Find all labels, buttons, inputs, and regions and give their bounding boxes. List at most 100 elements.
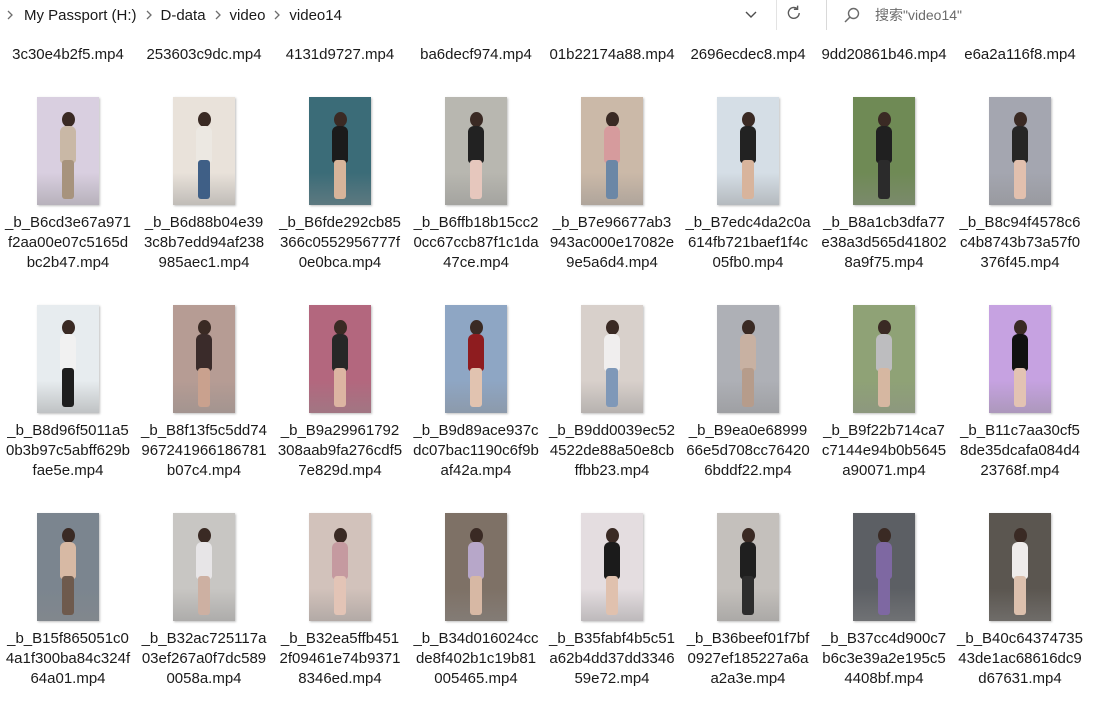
file-item[interactable]: e6a2a116f8.mp4 xyxy=(952,45,1088,65)
video-thumbnail[interactable] xyxy=(853,513,915,621)
video-thumbnail[interactable] xyxy=(853,305,915,413)
file-name: _b_B15f865051c04a1f300ba84c324f64a01.mp4 xyxy=(5,630,131,687)
breadcrumb-d-data[interactable]: D-data xyxy=(157,7,210,24)
video-thumbnail[interactable] xyxy=(37,513,99,621)
refresh-button[interactable] xyxy=(776,0,811,30)
video-file-item[interactable]: _b_B7e96677ab3943ac000e17082e9e5a6d4.mp4 xyxy=(544,97,680,273)
file-item[interactable]: 2696ecdec8.mp4 xyxy=(680,45,816,65)
video-thumbnail[interactable] xyxy=(309,513,371,621)
video-file-item[interactable]: _b_B40c6437473543de1ac68616dc9d67631.mp4 xyxy=(952,513,1088,689)
video-thumbnail[interactable] xyxy=(717,513,779,621)
video-thumbnail[interactable] xyxy=(581,305,643,413)
video-file-item[interactable]: _b_B36beef01f7bf0927ef185227a6aa2a3e.mp4 xyxy=(680,513,816,689)
thumbnail-figure-legs xyxy=(62,159,74,199)
video-thumbnail[interactable] xyxy=(989,513,1051,621)
thumbnail-figure-head xyxy=(606,320,619,336)
thumbnail-figure-body xyxy=(60,542,76,579)
address-bar[interactable]: My Passport (H:) D-data video video14 xyxy=(0,0,810,30)
thumbnail-figure-body xyxy=(1012,334,1028,371)
video-file-item[interactable]: _b_B6ffb18b15cc20cc67ccb87f1c1da47ce.mp4 xyxy=(408,97,544,273)
file-name: _b_B9dd0039ec524522de88a50e8cbffbb23.mp4 xyxy=(549,422,675,479)
thumbnail-figure-legs xyxy=(878,575,890,615)
video-file-item[interactable]: _b_B9a29961792308aab9fa276cdf57e829d.mp4 xyxy=(272,305,408,481)
video-file-item[interactable]: _b_B8a1cb3dfa77e38a3d565d418028a9f75.mp4 xyxy=(816,97,952,273)
video-file-item[interactable]: _b_B11c7aa30cf58de35dcafa084d423768f.mp4 xyxy=(952,305,1088,481)
file-name: _b_B36beef01f7bf0927ef185227a6aa2a3e.mp4 xyxy=(686,630,810,687)
video-thumbnail[interactable] xyxy=(717,97,779,205)
thumbnail-figure-head xyxy=(878,320,891,336)
video-thumbnail[interactable] xyxy=(445,97,507,205)
thumbnail-figure-body xyxy=(60,334,76,371)
thumbnail-figure-legs xyxy=(742,575,754,615)
thumbnail-figure-head xyxy=(878,528,891,544)
thumbnail-figure-legs xyxy=(470,367,482,407)
file-item[interactable]: 3c30e4b2f5.mp4 xyxy=(0,45,136,65)
video-file-item[interactable]: _b_B9f22b714ca7c7144e94b0b5645a90071.mp4 xyxy=(816,305,952,481)
video-thumbnail[interactable] xyxy=(445,305,507,413)
video-thumbnail[interactable] xyxy=(717,305,779,413)
video-file-item[interactable]: _b_B32ea5ffb4512f09461e74b93718346ed.mp4 xyxy=(272,513,408,689)
file-name: _b_B37cc4d900c7b6c3e39a2e195c54408bf.mp4 xyxy=(821,630,947,687)
video-file-item[interactable]: _b_B8d96f5011a50b3b97c5abff629bfae5e.mp4 xyxy=(0,305,136,481)
file-item[interactable]: 4131d9727.mp4 xyxy=(272,45,408,65)
video-file-item[interactable]: _b_B6cd3e67a971f2aa00e07c5165dbc2b47.mp4 xyxy=(0,97,136,273)
breadcrumb-my-passport[interactable]: My Passport (H:) xyxy=(20,7,141,24)
video-file-item[interactable]: _b_B7edc4da2c0a614fb721baef1f4c05fb0.mp4 xyxy=(680,97,816,273)
video-file-item[interactable]: _b_B9ea0e6899966e5d708cc764206bddf22.mp4 xyxy=(680,305,816,481)
breadcrumb-chevron-icon[interactable] xyxy=(2,8,18,23)
thumbnail-figure-head xyxy=(470,112,483,128)
video-thumbnail[interactable] xyxy=(989,97,1051,205)
thumbnail-figure-legs xyxy=(334,575,346,615)
video-file-item[interactable]: _b_B15f865051c04a1f300ba84c324f64a01.mp4 xyxy=(0,513,136,689)
video-file-item[interactable]: _b_B34d016024ccde8f402b1c19b81005465.mp4 xyxy=(408,513,544,689)
search-input[interactable] xyxy=(875,7,1075,23)
video-file-item[interactable]: _b_B9dd0039ec524522de88a50e8cbffbb23.mp4 xyxy=(544,305,680,481)
file-item[interactable]: ba6decf974.mp4 xyxy=(408,45,544,65)
video-file-item[interactable]: _b_B6d88b04e393c8b7edd94af238985aec1.mp4 xyxy=(136,97,272,273)
file-name: _b_B8f13f5c5dd74967241966186781b07c4.mp4 xyxy=(141,422,267,479)
file-item[interactable]: 253603c9dc.mp4 xyxy=(136,45,272,65)
video-thumbnail[interactable] xyxy=(173,97,235,205)
file-item[interactable]: 01b22174a88.mp4 xyxy=(544,45,680,65)
thumbnail-figure-body xyxy=(740,126,756,163)
thumbnail-figure-head xyxy=(742,112,755,128)
video-file-item[interactable]: _b_B8c94f4578c6c4b8743b73a57f0376f45.mp4 xyxy=(952,97,1088,273)
video-file-item[interactable]: _b_B37cc4d900c7b6c3e39a2e195c54408bf.mp4 xyxy=(816,513,952,689)
video-thumbnail[interactable] xyxy=(309,97,371,205)
thumbnail-figure-head xyxy=(1014,320,1027,336)
video-thumbnail[interactable] xyxy=(173,513,235,621)
file-item[interactable]: 9dd20861b46.mp4 xyxy=(816,45,952,65)
video-file-item[interactable]: _b_B32ac725117a03ef267a0f7dc5890058a.mp4 xyxy=(136,513,272,689)
thumbnail-figure-legs xyxy=(742,367,754,407)
thumbnail-figure-body xyxy=(332,542,348,579)
video-thumbnail[interactable] xyxy=(309,305,371,413)
thumbnail-figure-head xyxy=(334,528,347,544)
video-thumbnail[interactable] xyxy=(37,305,99,413)
search-box[interactable] xyxy=(826,0,1103,30)
video-file-item[interactable]: _b_B35fabf4b5c51a62b4dd37dd334659e72.mp4 xyxy=(544,513,680,689)
file-name: _b_B8d96f5011a50b3b97c5abff629bfae5e.mp4 xyxy=(5,422,130,479)
thumbnail-figure-body xyxy=(468,542,484,579)
thumbnail-figure-body xyxy=(604,542,620,579)
file-name: _b_B7edc4da2c0a614fb721baef1f4c05fb0.mp4 xyxy=(685,214,811,271)
video-thumbnail[interactable] xyxy=(989,305,1051,413)
video-file-item[interactable]: _b_B6fde292cb85366c0552956777f0e0bca.mp4 xyxy=(272,97,408,273)
breadcrumb-chevron-icon[interactable] xyxy=(141,8,157,23)
address-history-dropdown-button[interactable] xyxy=(737,0,765,30)
video-thumbnail[interactable] xyxy=(445,513,507,621)
breadcrumb-video[interactable]: video xyxy=(226,7,270,24)
video-thumbnail[interactable] xyxy=(37,97,99,205)
breadcrumb-chevron-icon[interactable] xyxy=(269,8,285,23)
video-file-item[interactable]: _b_B9d89ace937cdc07bac1190c6f9baf42a.mp4 xyxy=(408,305,544,481)
file-grid: 3c30e4b2f5.mp4 253603c9dc.mp4 4131d9727.mp… xyxy=(0,0,1103,720)
file-name: e6a2a116f8.mp4 xyxy=(964,46,1076,63)
breadcrumb-chevron-icon[interactable] xyxy=(210,8,226,23)
video-thumbnail[interactable] xyxy=(581,97,643,205)
video-file-item[interactable]: _b_B8f13f5c5dd74967241966186781b07c4.mp4 xyxy=(136,305,272,481)
video-thumbnail[interactable] xyxy=(581,513,643,621)
video-thumbnail[interactable] xyxy=(853,97,915,205)
video-thumbnail[interactable] xyxy=(173,305,235,413)
thumbnail-figure-legs xyxy=(198,367,210,407)
breadcrumb-video14[interactable]: video14 xyxy=(285,7,346,24)
thumbnail-figure-legs xyxy=(470,159,482,199)
